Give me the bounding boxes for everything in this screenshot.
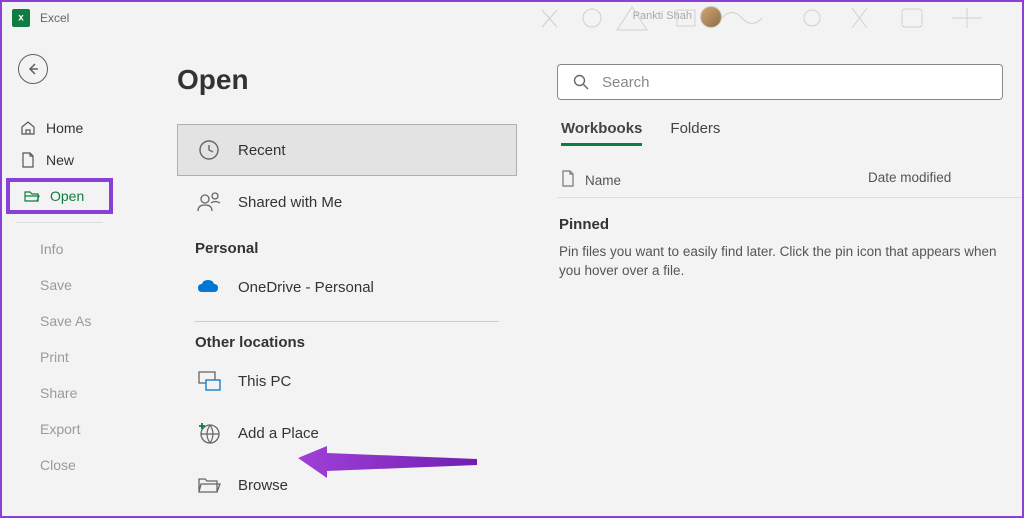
- location-browse-label: Browse: [238, 477, 288, 494]
- excel-app-icon: [12, 9, 30, 27]
- search-box[interactable]: [557, 64, 1003, 100]
- pinned-hint: Pin files you want to easily find later.…: [557, 243, 1022, 281]
- user-name: Pankti Shah: [633, 10, 692, 22]
- titlebar: Excel Pankti Shah: [2, 2, 1022, 34]
- col-name[interactable]: Name: [585, 173, 621, 188]
- back-button[interactable]: [18, 54, 48, 84]
- recent-clock-icon: [196, 137, 222, 163]
- nav-share[interactable]: Share: [2, 375, 117, 411]
- file-tabs: Workbooks Folders: [557, 120, 1022, 146]
- back-arrow-icon: [26, 62, 40, 76]
- open-locations-panel: Open Recent Shared with Me Personal OneD…: [177, 64, 517, 516]
- pinned-group-label: Pinned: [557, 216, 1022, 233]
- search-icon: [572, 73, 590, 91]
- page-title: Open: [177, 64, 517, 96]
- location-this-pc[interactable]: This PC: [177, 355, 517, 407]
- shared-people-icon: [196, 189, 222, 215]
- file-icon: [561, 170, 575, 191]
- nav-save[interactable]: Save: [2, 267, 117, 303]
- location-onedrive-label: OneDrive - Personal: [238, 279, 374, 296]
- nav-divider: [16, 222, 103, 223]
- file-table-header: Name Date modified: [557, 164, 1022, 198]
- tab-workbooks[interactable]: Workbooks: [561, 120, 642, 146]
- user-avatar[interactable]: [700, 6, 722, 28]
- col-date[interactable]: Date modified: [868, 170, 1018, 191]
- home-icon: [20, 120, 36, 136]
- nav-close[interactable]: Close: [2, 447, 117, 483]
- nav-save-as[interactable]: Save As: [2, 303, 117, 339]
- location-onedrive[interactable]: OneDrive - Personal: [177, 261, 517, 313]
- nav-export[interactable]: Export: [2, 411, 117, 447]
- app-title: Excel: [40, 11, 69, 25]
- nav-home[interactable]: Home: [2, 112, 117, 144]
- nav-home-label: Home: [46, 120, 83, 136]
- location-shared[interactable]: Shared with Me: [177, 176, 517, 228]
- open-file-list-panel: Workbooks Folders Name Date modified Pin…: [517, 64, 1022, 516]
- nav-info[interactable]: Info: [2, 231, 117, 267]
- location-add-place-label: Add a Place: [238, 425, 319, 442]
- onedrive-cloud-icon: [196, 274, 222, 300]
- location-recent[interactable]: Recent: [177, 124, 517, 176]
- add-place-globe-icon: [196, 420, 222, 446]
- section-other: Other locations: [177, 322, 517, 355]
- this-pc-icon: [196, 368, 222, 394]
- search-input[interactable]: [602, 74, 988, 91]
- section-personal: Personal: [177, 228, 517, 261]
- location-recent-label: Recent: [238, 142, 286, 159]
- nav-new[interactable]: New: [2, 144, 117, 176]
- location-this-pc-label: This PC: [238, 373, 291, 390]
- open-folder-icon: [24, 188, 40, 204]
- backstage-nav: Home New Open Info Save Save As Print Sh…: [2, 34, 117, 516]
- location-add-place[interactable]: Add a Place: [177, 407, 517, 459]
- tab-folders[interactable]: Folders: [670, 120, 720, 146]
- new-file-icon: [20, 152, 36, 168]
- location-shared-label: Shared with Me: [238, 194, 342, 211]
- nav-open-label: Open: [50, 188, 84, 204]
- browse-folder-icon: [196, 472, 222, 498]
- nav-print[interactable]: Print: [2, 339, 117, 375]
- nav-new-label: New: [46, 152, 74, 168]
- titlebar-decoration: [522, 2, 1022, 34]
- location-browse[interactable]: Browse: [177, 459, 517, 511]
- nav-open[interactable]: Open: [6, 178, 113, 214]
